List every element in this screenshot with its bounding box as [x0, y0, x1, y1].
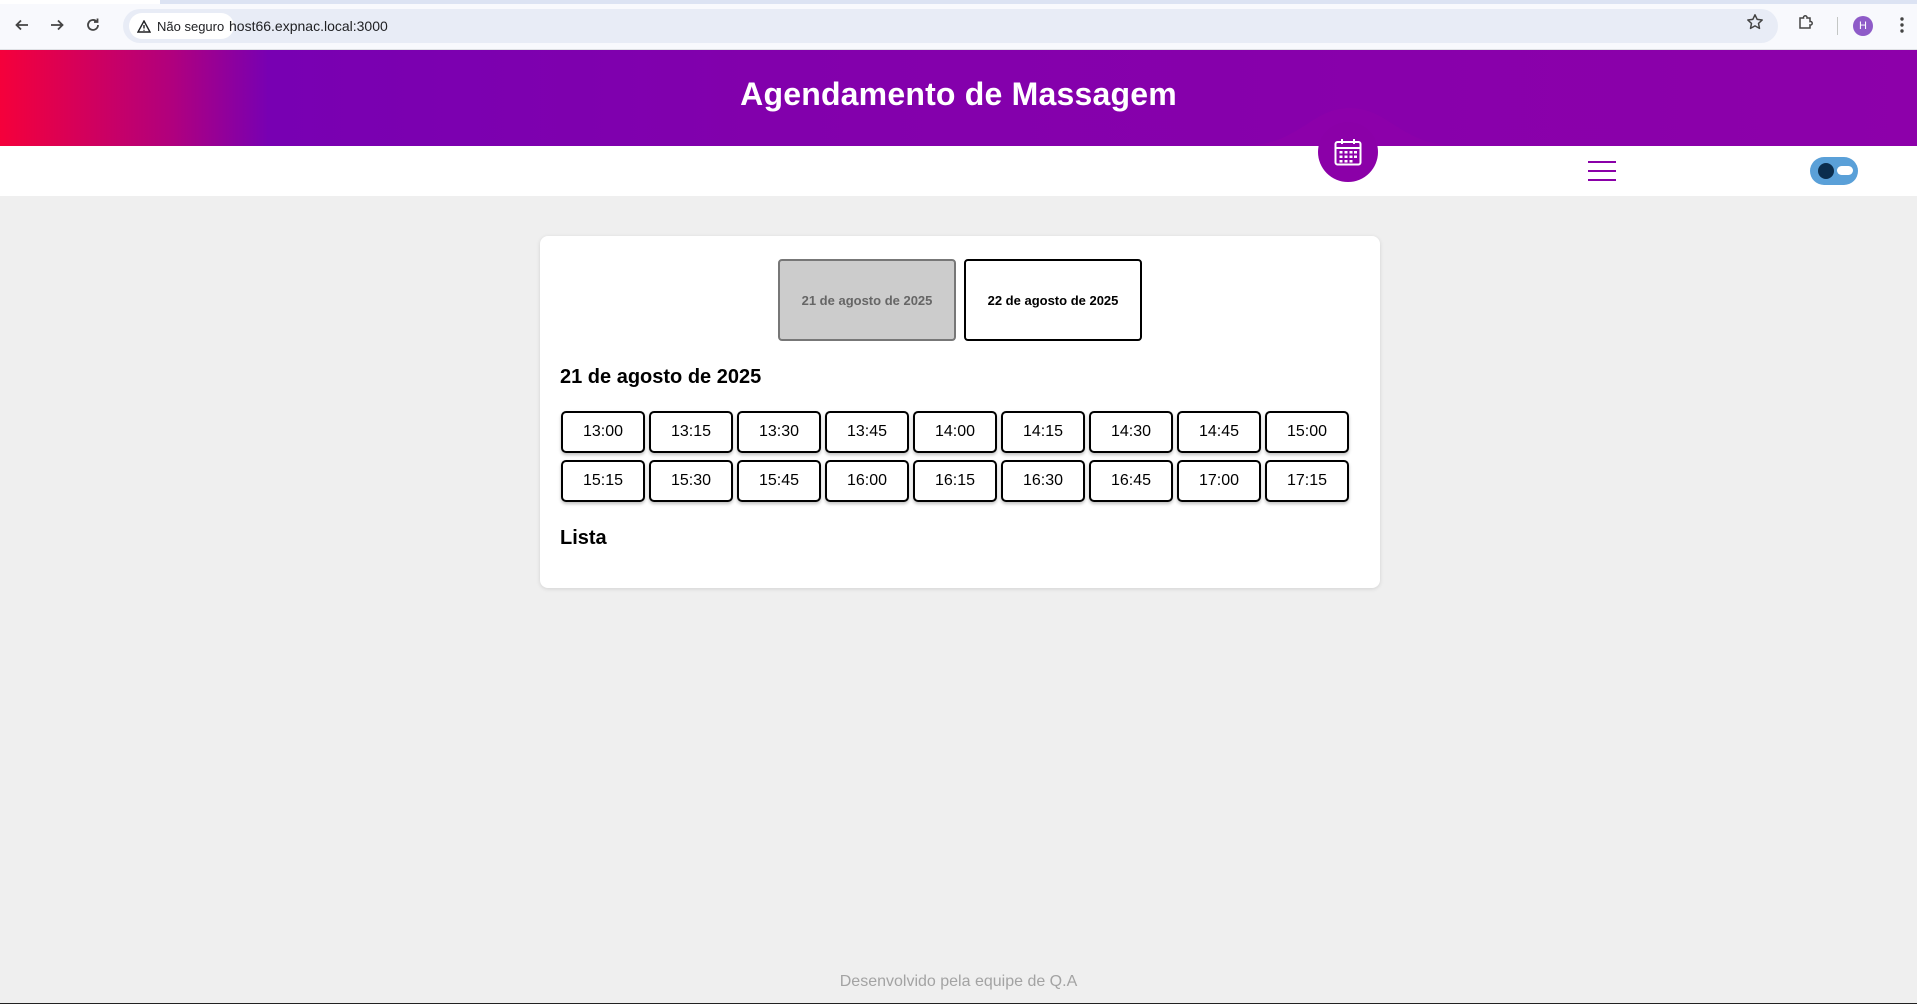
arrow-left-icon	[15, 19, 28, 31]
page-title: Agendamento de Massagem	[740, 76, 1177, 112]
warning-icon	[137, 19, 151, 33]
browser-menu-button[interactable]	[1890, 13, 1914, 37]
time-slot-button[interactable]: 16:45	[1089, 460, 1173, 502]
hamburger-menu-icon[interactable]	[1588, 161, 1616, 181]
toolbar-divider	[1837, 17, 1838, 35]
time-slot-button[interactable]: 13:15	[649, 411, 733, 453]
reload-button[interactable]	[81, 13, 105, 37]
menu-line	[1588, 179, 1616, 181]
arrow-right-icon	[51, 19, 64, 31]
time-slot-button[interactable]: 15:45	[737, 460, 821, 502]
reload-icon	[87, 18, 99, 31]
back-button[interactable]	[10, 13, 34, 37]
time-slot-button[interactable]: 13:30	[737, 411, 821, 453]
menu-line	[1588, 170, 1616, 172]
address-bar[interactable]: Não seguro host66.expnac.local:3000	[123, 9, 1778, 43]
cloud-icon	[1837, 166, 1853, 175]
date-tabs: 21 de agosto de 2025 22 de agosto de 202…	[778, 259, 1142, 341]
tab-strip	[0, 0, 1917, 4]
menu-line	[1588, 161, 1616, 163]
time-slot-button[interactable]: 17:15	[1265, 460, 1349, 502]
url-text[interactable]: host66.expnac.local:3000	[229, 18, 388, 34]
time-slot-button[interactable]: 15:15	[561, 460, 645, 502]
time-slot-button[interactable]: 16:00	[825, 460, 909, 502]
forward-button[interactable]	[45, 13, 69, 37]
calendar-icon	[1334, 139, 1362, 166]
toggle-knob	[1818, 163, 1834, 179]
time-slot-button[interactable]: 14:30	[1089, 411, 1173, 453]
time-slot-button[interactable]: 15:00	[1265, 411, 1349, 453]
footer-credit: Desenvolvido pela equipe de Q.A	[839, 973, 1078, 990]
puzzle-icon	[1799, 15, 1813, 29]
schedule-card: 21 de agosto de 2025 22 de agosto de 202…	[540, 236, 1380, 588]
selected-date-heading: 21 de agosto de 2025	[560, 366, 762, 388]
security-chip[interactable]: Não seguro	[129, 13, 235, 39]
date-tab-21[interactable]: 21 de agosto de 2025	[778, 259, 956, 341]
star-icon	[1747, 14, 1763, 30]
theme-toggle[interactable]	[1810, 157, 1858, 185]
browser-toolbar: Não seguro host66.expnac.local:3000 H	[0, 0, 1917, 50]
secondary-nav	[0, 146, 1917, 196]
date-tab-22[interactable]: 22 de agosto de 2025	[964, 259, 1142, 341]
time-slot-button[interactable]: 14:45	[1177, 411, 1261, 453]
active-tab[interactable]	[0, 0, 160, 4]
list-heading: Lista	[560, 527, 607, 549]
security-label: Não seguro	[157, 18, 225, 34]
time-slot-button[interactable]: 16:15	[913, 460, 997, 502]
time-slot-button[interactable]: 13:45	[825, 411, 909, 453]
profile-avatar[interactable]: H	[1853, 16, 1873, 36]
time-slot-button[interactable]: 13:00	[561, 411, 645, 453]
time-slot-button[interactable]: 17:00	[1177, 460, 1261, 502]
app-header: Agendamento de Massagem	[0, 50, 1917, 146]
time-slot-grid: 13:00 13:15 13:30 13:45 14:00 14:15 14:3…	[561, 411, 1367, 502]
calendar-button[interactable]	[1318, 122, 1378, 182]
more-vertical-icon	[1900, 17, 1904, 33]
bookmark-button[interactable]	[1746, 13, 1764, 36]
time-slot-button[interactable]: 14:15	[1001, 411, 1085, 453]
time-slot-button[interactable]: 14:00	[913, 411, 997, 453]
extensions-button[interactable]	[1797, 13, 1815, 36]
time-slot-button[interactable]: 16:30	[1001, 460, 1085, 502]
time-slot-button[interactable]: 15:30	[649, 460, 733, 502]
